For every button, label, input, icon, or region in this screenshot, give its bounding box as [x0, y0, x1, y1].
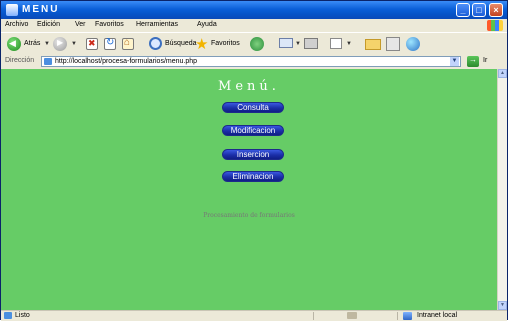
research-icon[interactable] [386, 37, 400, 51]
menu-archivo[interactable]: Archivo [5, 21, 28, 28]
edit-dropdown-icon[interactable]: ▼ [346, 41, 352, 47]
address-label: Dirección [5, 57, 35, 64]
home-icon[interactable] [122, 37, 134, 50]
search-icon[interactable] [149, 37, 162, 50]
close-button[interactable]: × [489, 3, 503, 17]
scroll-down-icon[interactable]: ▼ [498, 301, 507, 310]
address-input[interactable]: http://localhost/procesa-formularios/men… [41, 56, 461, 67]
address-bar: Dirección http://localhost/procesa-formu… [1, 55, 507, 68]
window-title: MENU [22, 4, 60, 15]
menu-bar: Archivo Edición Ver Favoritos Herramient… [1, 19, 507, 32]
minimize-button[interactable]: _ [456, 3, 470, 17]
menu-ayuda[interactable]: Ayuda [197, 21, 217, 28]
print-icon[interactable] [304, 38, 318, 49]
maximize-button[interactable]: □ [472, 3, 486, 17]
refresh-icon[interactable] [104, 37, 116, 50]
go-arrow-icon[interactable] [467, 55, 479, 67]
vertical-scrollbar[interactable]: ▲ ▼ [497, 69, 507, 310]
toolbar: Atrás ▼ ▼ Búsqueda ★ Favoritos ▼ ▼ [1, 32, 507, 56]
page-title: Menú. [218, 79, 280, 94]
stop-icon[interactable] [86, 38, 98, 50]
insercion-button[interactable]: Insercion [222, 149, 284, 160]
messenger-icon[interactable] [406, 37, 420, 51]
ie-app-icon [6, 4, 18, 16]
favorites-star-icon[interactable]: ★ [195, 35, 208, 53]
scroll-up-icon[interactable]: ▲ [498, 69, 507, 78]
favorites-button-label[interactable]: Favoritos [211, 40, 240, 47]
menu-herramientas[interactable]: Herramientas [136, 21, 178, 28]
browser-window: MENU _ □ × Archivo Edición Ver Favoritos… [0, 0, 508, 321]
status-bar: Listo Intranet local [1, 310, 507, 321]
address-url[interactable]: http://localhost/procesa-formularios/men… [55, 57, 197, 66]
footer-caption: Procesamiento de formularios [203, 212, 295, 219]
consulta-button[interactable]: Consulta [222, 102, 284, 113]
back-arrow-icon[interactable] [7, 37, 21, 51]
page-icon [44, 58, 52, 65]
status-divider [397, 312, 398, 320]
history-icon[interactable] [250, 37, 264, 51]
eliminacion-button[interactable]: Eliminacion [222, 171, 284, 182]
security-icon [347, 312, 357, 319]
intranet-zone-icon [403, 312, 412, 320]
mail-dropdown-icon[interactable]: ▼ [295, 41, 301, 47]
menu-edicion[interactable]: Edición [37, 21, 60, 28]
mail-icon[interactable] [279, 38, 293, 48]
address-dropdown-icon[interactable]: ▼ [450, 57, 459, 66]
menu-ver[interactable]: Ver [75, 21, 86, 28]
forward-arrow-icon[interactable] [53, 37, 67, 51]
menu-favoritos[interactable]: Favoritos [95, 21, 124, 28]
page-status-icon [4, 312, 12, 319]
back-dropdown-icon[interactable]: ▼ [44, 41, 50, 47]
edit-icon[interactable] [330, 38, 342, 49]
title-bar: MENU _ □ × [1, 1, 507, 19]
back-button-label[interactable]: Atrás [24, 40, 40, 47]
go-button-label[interactable]: Ir [483, 57, 487, 64]
folder-icon[interactable] [365, 39, 381, 50]
forward-dropdown-icon[interactable]: ▼ [71, 41, 77, 47]
modificacion-button[interactable]: Modificacion [222, 125, 284, 136]
search-button-label[interactable]: Búsqueda [165, 40, 197, 47]
status-divider [313, 312, 314, 320]
windows-logo-icon [487, 20, 503, 31]
page-content: Menú. Consulta Modificacion Insercion El… [1, 69, 497, 310]
